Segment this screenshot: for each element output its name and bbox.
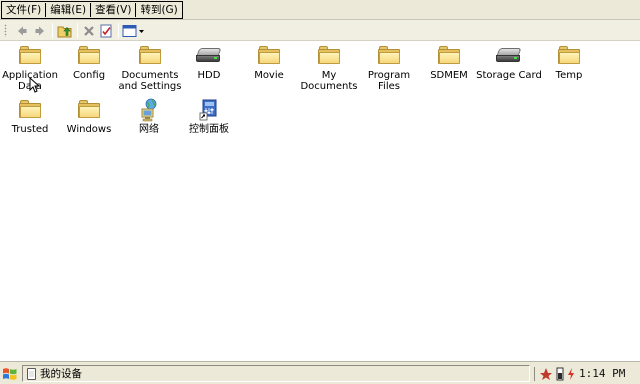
folder-icon [0, 44, 60, 66]
forward-arrow-icon [35, 26, 44, 36]
windows-logo-icon [3, 368, 17, 380]
item-hdd[interactable]: HDD [179, 44, 239, 81]
folder-up-icon [57, 26, 72, 38]
item-label: 控制面板 [189, 124, 229, 135]
item-label: SDMEM [430, 70, 468, 81]
control-panel-icon [179, 98, 239, 121]
toolbar-separator [118, 23, 119, 38]
status-panel: 我的设备 [22, 365, 530, 382]
forward-button[interactable] [32, 23, 48, 39]
folder-icon [299, 44, 359, 66]
start-button[interactable] [1, 365, 19, 383]
system-tray: 1:14 PM [534, 365, 638, 382]
back-button[interactable] [14, 23, 30, 39]
folder-icon [59, 44, 119, 66]
item-windows[interactable]: Windows [59, 98, 119, 135]
menu-bar-frame: 文件(F) 编辑(E) 查看(V) 转到(G) [1, 1, 183, 19]
item-my-documents[interactable]: My Documents [299, 44, 359, 92]
item-sdmem[interactable]: SDMEM [419, 44, 479, 81]
drive-icon [476, 44, 542, 66]
properties-icon [100, 24, 112, 38]
item-label: Windows [66, 124, 112, 135]
power-icon[interactable] [566, 367, 576, 381]
menu-view[interactable]: 查看(V) [91, 2, 135, 18]
item-label: Temp [555, 70, 583, 81]
toolbar-grip[interactable] [4, 24, 7, 37]
back-arrow-icon [18, 26, 27, 36]
item-config[interactable]: Config [59, 44, 119, 81]
item-network[interactable]: 网络 [119, 98, 179, 135]
item-documents-and-settings[interactable]: Documents and Settings [117, 44, 183, 92]
up-folder-button[interactable] [57, 23, 73, 39]
item-label: Movie [254, 70, 284, 81]
item-control-panel[interactable]: 控制面板 [179, 98, 239, 135]
menu-bar: 文件(F) 编辑(E) 查看(V) 转到(G) [0, 0, 640, 20]
item-temp[interactable]: Temp [539, 44, 599, 81]
item-program-files[interactable]: Program Files [356, 44, 422, 92]
folder-icon [419, 44, 479, 66]
toolbar-separator [77, 23, 78, 38]
file-view: Application Data Config Documents and Se… [0, 41, 640, 361]
folder-icon [239, 44, 299, 66]
menu-edit[interactable]: 编辑(E) [46, 2, 90, 18]
item-label: Program Files [367, 70, 411, 92]
device-icon [27, 367, 36, 380]
clock: 1:14 PM [579, 367, 626, 380]
item-label: My Documents [300, 70, 358, 92]
toolbar-separator [52, 23, 53, 38]
views-button[interactable] [122, 23, 148, 39]
item-trusted[interactable]: Trusted [0, 98, 60, 135]
menu-file[interactable]: 文件(F) [2, 2, 45, 18]
status-text: 我的设备 [40, 368, 82, 380]
network-icon [119, 98, 179, 122]
item-storage-card[interactable]: Storage Card [476, 44, 542, 81]
drive-icon [179, 44, 239, 66]
item-movie[interactable]: Movie [239, 44, 299, 81]
tray-separator [534, 366, 535, 381]
folder-icon [539, 44, 599, 66]
toolbar [0, 20, 640, 41]
item-label: Config [72, 70, 106, 81]
item-label: HDD [197, 70, 221, 81]
delete-button[interactable] [81, 23, 97, 39]
folder-icon [117, 44, 183, 66]
properties-button[interactable] [98, 23, 114, 39]
item-label: Storage Card [476, 70, 542, 81]
views-icon [122, 25, 144, 37]
menu-go[interactable]: 转到(G) [136, 2, 181, 18]
status-bar: 我的设备 1:14 PM [0, 361, 640, 384]
mouse-cursor-icon [29, 77, 41, 93]
delete-icon [84, 26, 94, 36]
item-label: 网络 [139, 124, 159, 135]
item-label: Documents and Settings [118, 70, 182, 92]
folder-icon [356, 44, 422, 66]
folder-icon [59, 98, 119, 120]
item-label: Trusted [11, 124, 49, 135]
battery-icon[interactable] [555, 367, 565, 381]
folder-icon [0, 98, 60, 120]
tray-app-icon[interactable] [539, 367, 553, 381]
